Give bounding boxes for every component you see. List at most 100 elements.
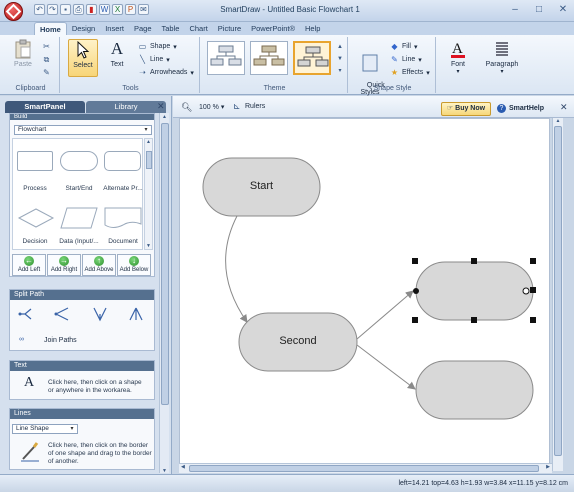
email-icon[interactable]: ✉ [138,4,149,15]
theme-option-2[interactable] [250,41,288,75]
theme-option-1[interactable] [207,41,245,75]
chevron-left-icon[interactable]: ◀ [181,464,185,470]
line-shape-dropdown[interactable]: Line Shape ▾ [12,424,78,434]
copy-button[interactable]: ⧉ [42,54,51,65]
buy-now-button[interactable]: ☞ Buy Now [441,102,491,116]
horizontal-scroll-thumb[interactable] [189,465,539,472]
tab-powerpoint[interactable]: PowerPoint® [246,22,300,35]
font-button[interactable]: A Font ▾ [443,39,473,77]
document-shape[interactable] [103,206,143,230]
excel-icon[interactable]: X [112,4,123,15]
chevron-right-icon[interactable]: ▶ [546,464,550,470]
gallery-scroll-thumb[interactable] [146,151,152,169]
add-below-button[interactable]: ↓ Add Below [117,254,151,276]
rulers-toggle[interactable]: Rulers [245,103,265,110]
effects-button[interactable]: ★ Effects ▾ [390,67,430,78]
word-icon[interactable]: W [99,4,110,15]
tab-help[interactable]: Help [300,22,325,35]
rotation-handle[interactable] [522,287,530,295]
draw-line-icon[interactable] [20,441,40,463]
redo-icon[interactable]: ↷ [47,4,58,15]
process-shape[interactable] [17,151,53,171]
lines-help: Click here, then click on the border of … [48,442,152,465]
add-above-button[interactable]: ↑ Add Above [82,254,116,276]
connector-second-right2[interactable] [356,344,416,390]
drawing-canvas[interactable]: Start Second [179,118,550,471]
ppt-icon[interactable]: P [125,4,136,15]
close-button[interactable]: ✕ [556,3,570,16]
tab-library[interactable]: Library [86,101,166,113]
fill-button[interactable]: ◆ Fill ▾ [390,41,417,52]
add-right-label: Add Right [50,267,78,273]
split-right-icon[interactable] [54,306,70,322]
minimize-button[interactable]: – [508,3,522,16]
add-right-button[interactable]: → Add Right [47,254,81,276]
smartdraw-logo-icon[interactable] [4,2,23,21]
vertical-scroll-thumb[interactable] [554,126,562,456]
zoom-dropdown[interactable]: 100 % ▾ [199,103,224,111]
split-two-icon[interactable] [18,306,34,322]
smarthelp-link[interactable]: SmartHelp [509,105,544,112]
split-three-icon[interactable] [128,306,144,322]
tab-home[interactable]: Home [34,22,67,35]
close-icon[interactable]: ✕ [157,101,165,112]
clipboard-group-label: Clipboard [15,85,46,92]
panel-scroll-thumb[interactable] [161,123,169,405]
select-button[interactable]: Select [68,39,98,77]
start-end-shape[interactable] [60,151,98,171]
chevron-down-icon: ▾ [166,56,170,64]
text-a-icon[interactable]: A [24,375,34,391]
alternate-process-shape[interactable] [104,151,141,171]
second-node-label: Second [279,335,317,347]
paste-button[interactable]: Paste [8,39,38,77]
shape-button[interactable]: ▭ Shape ▾ [138,41,177,52]
text-button[interactable]: A Text [102,39,132,77]
chevron-up-icon[interactable]: ▲ [145,139,152,145]
help-icon[interactable]: ? [497,104,506,113]
tab-chart[interactable]: Chart [184,22,212,35]
panel-scrollbar[interactable]: ▲ ▼ [159,113,169,474]
quick-styles-button[interactable]: Quick Styles [354,39,386,96]
selected-node[interactable] [415,261,534,321]
add-left-button[interactable]: ← Add Left [12,254,46,276]
line-style-button[interactable]: ✎ Line ▾ [390,54,422,65]
theme-gallery-scroll[interactable]: ▲ ▼ ▾ [336,41,344,77]
line-button[interactable]: ╲ Line ▾ [138,54,170,65]
chevron-up-icon[interactable]: ▲ [553,118,563,124]
connector-start-second[interactable] [225,215,248,323]
join-paths-icon[interactable]: ∞ [19,336,24,343]
decision-shape[interactable] [17,206,55,230]
chevron-up-icon[interactable]: ▲ [160,114,169,120]
data-shape[interactable] [59,206,99,230]
connection-point[interactable] [413,288,419,294]
undo-icon[interactable]: ↶ [34,4,45,15]
paragraph-button[interactable]: Paragraph ▾ [484,39,520,77]
theme-option-3[interactable] [293,41,331,75]
print-icon[interactable]: ⎙ [73,4,84,15]
shape-library-dropdown[interactable]: Flowchart ▾ [14,125,152,135]
tab-design[interactable]: Design [67,22,100,35]
gallery-scrollbar[interactable]: ▲ ▼ [144,138,153,250]
canvas-vertical-scrollbar[interactable]: ▲ [552,118,563,471]
tab-insert[interactable]: Insert [100,22,129,35]
bottom-node[interactable] [415,360,534,420]
tab-table[interactable]: Table [157,22,185,35]
split-down-icon[interactable] [92,306,108,322]
save-icon[interactable]: ▪ [60,4,71,15]
canvas-horizontal-scrollbar[interactable]: ◀ ▶ [179,463,552,473]
chevron-down-icon: ▾ [426,69,430,77]
pdf-icon[interactable]: ▮ [86,4,97,15]
maximize-button[interactable]: □ [532,3,546,16]
cut-button[interactable]: ✂ [42,41,51,52]
chevron-down-icon[interactable]: ▼ [145,243,152,249]
add-left-label: Add Left [17,267,41,273]
close-icon[interactable]: ✕ [560,102,568,113]
tab-page[interactable]: Page [129,22,157,35]
arrowheads-button[interactable]: ➝ Arrowheads ▾ [138,67,194,78]
format-painter-button[interactable]: ✎ [42,67,51,78]
tab-smartpanel[interactable]: SmartPanel [5,101,85,113]
connector-second-right1[interactable] [356,290,414,340]
join-paths-label[interactable]: Join Paths [44,337,77,344]
tab-picture[interactable]: Picture [213,22,246,35]
text-label: Text [110,61,124,68]
